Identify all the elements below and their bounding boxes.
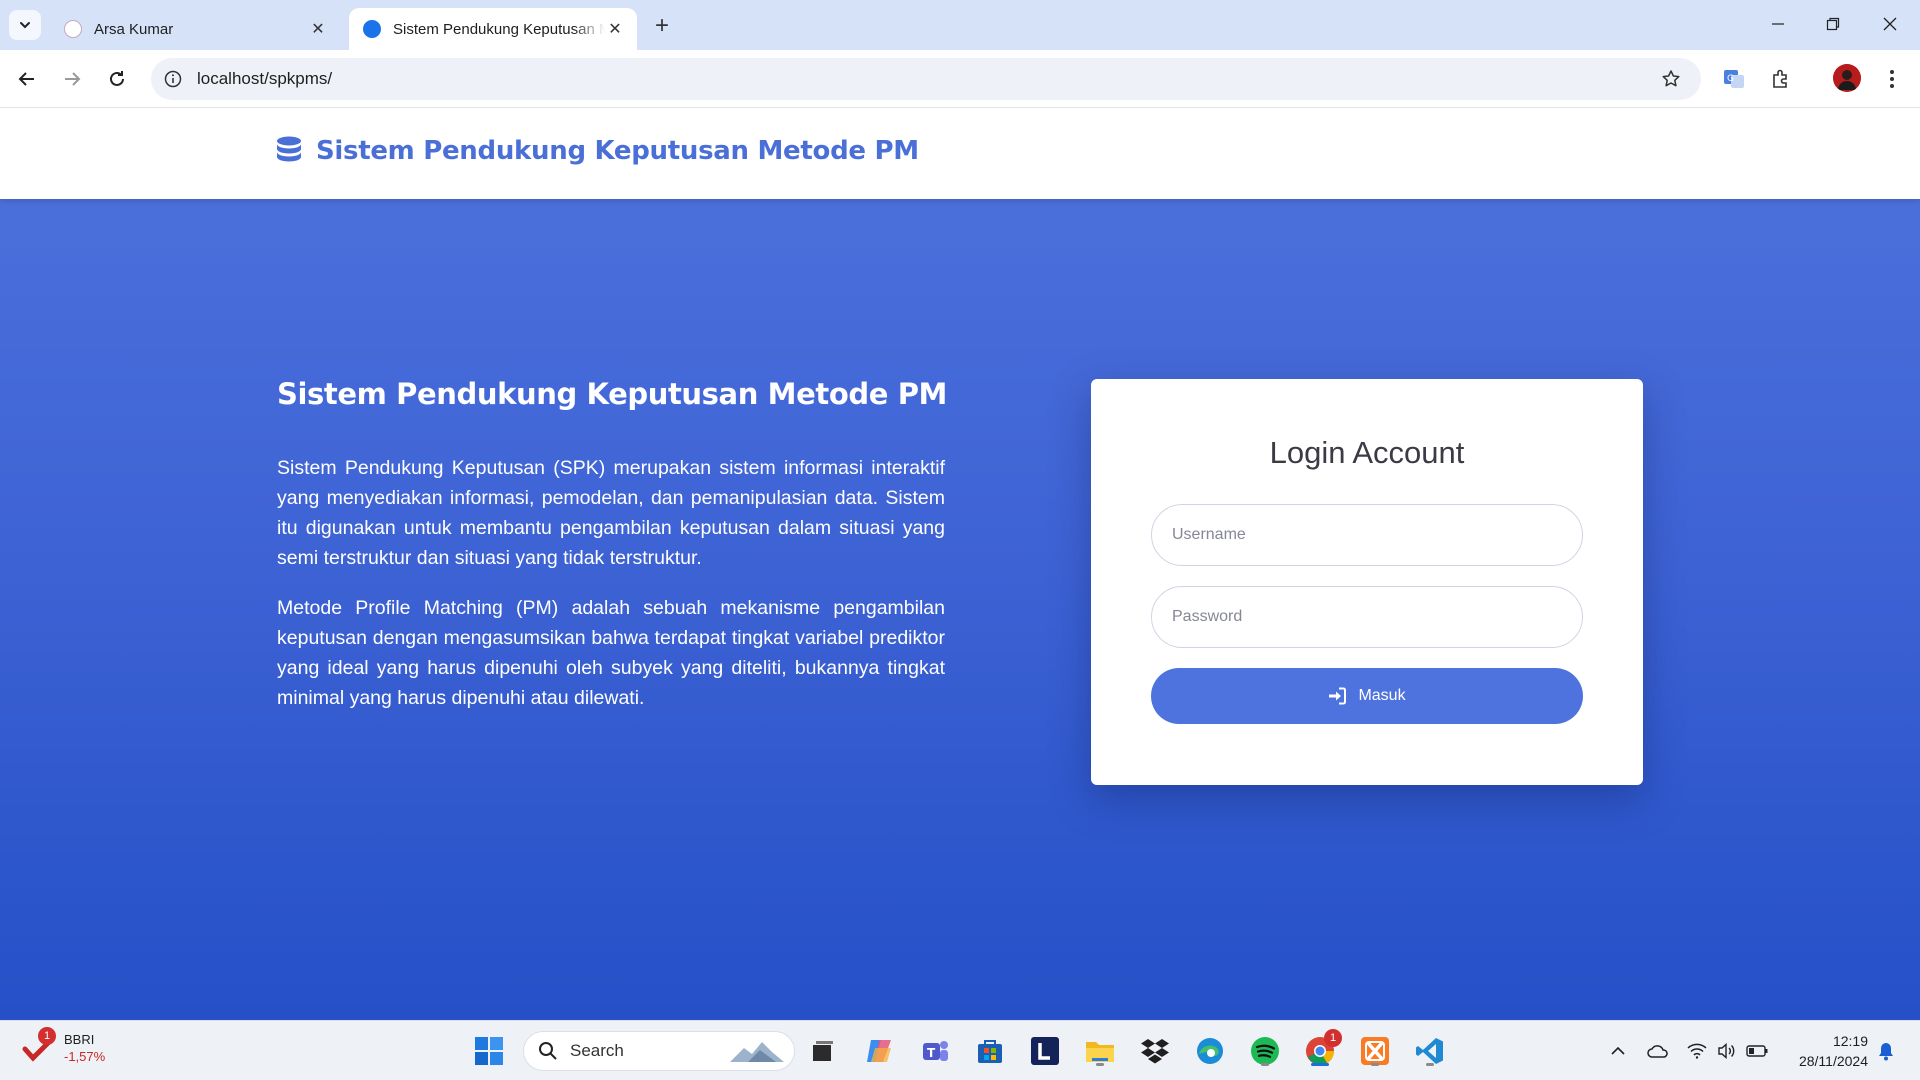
browser-tab-strip: Arsa Kumar ✕ Sistem Pendukung Keputusan … bbox=[0, 0, 1920, 50]
microsoft-store-icon[interactable] bbox=[972, 1033, 1008, 1069]
password-input[interactable] bbox=[1172, 608, 1582, 626]
spotify-icon[interactable] bbox=[1247, 1033, 1283, 1069]
wifi-icon[interactable] bbox=[1684, 1039, 1710, 1063]
clock-time: 12:19 bbox=[1832, 1033, 1868, 1049]
brand-title: Sistem Pendukung Keputusan Metode PM bbox=[316, 136, 919, 166]
hero-section: Sistem Pendukung Keputusan Metode PM Sis… bbox=[0, 199, 1920, 1020]
tab-spk[interactable]: Sistem Pendukung Keputusan Metode PM ✕ bbox=[349, 8, 637, 50]
username-input[interactable] bbox=[1172, 526, 1582, 544]
search-icon bbox=[539, 1042, 557, 1060]
edge-icon[interactable] bbox=[1192, 1033, 1228, 1069]
chrome-notification-badge: 1 bbox=[1324, 1029, 1342, 1047]
tab-title: Sistem Pendukung Keputusan Metode PM bbox=[393, 20, 605, 38]
password-field[interactable] bbox=[1151, 586, 1583, 648]
tab-search-button[interactable] bbox=[9, 10, 41, 40]
close-icon bbox=[1883, 17, 1897, 31]
notification-bell-icon[interactable] bbox=[1873, 1039, 1899, 1063]
arrow-left-icon bbox=[18, 72, 34, 86]
start-button[interactable] bbox=[471, 1033, 507, 1069]
login-title: Login Account bbox=[1269, 435, 1465, 470]
volume-icon[interactable] bbox=[1714, 1039, 1740, 1063]
svg-text:G: G bbox=[1727, 74, 1734, 84]
stock-chart-icon: 1 bbox=[22, 1027, 56, 1065]
restore-button[interactable] bbox=[1813, 8, 1853, 40]
minimize-icon bbox=[1772, 23, 1784, 25]
svg-text:T: T bbox=[927, 1046, 936, 1060]
battery-icon[interactable] bbox=[1744, 1039, 1770, 1063]
search-highlight-icon bbox=[730, 1042, 784, 1062]
new-tab-button[interactable]: + bbox=[648, 12, 676, 40]
clock-date: 28/11/2024 bbox=[1798, 1053, 1868, 1069]
notification-badge: 1 bbox=[38, 1027, 56, 1045]
profile-avatar[interactable] bbox=[1833, 64, 1861, 92]
site-favicon-icon bbox=[64, 20, 82, 38]
site-info-icon[interactable] bbox=[163, 69, 183, 89]
file-explorer-icon[interactable] bbox=[1082, 1033, 1118, 1069]
tab-arsa-kumar[interactable]: Arsa Kumar ✕ bbox=[50, 8, 340, 50]
taskbar-search[interactable]: Search bbox=[523, 1031, 795, 1071]
browser-toolbar: localhost/spkpms/ G bbox=[0, 50, 1920, 108]
login-card: Login Account Masuk bbox=[1091, 379, 1643, 785]
l-app-icon[interactable] bbox=[1027, 1033, 1063, 1069]
tab-title: Arsa Kumar bbox=[94, 20, 174, 38]
copilot-icon[interactable] bbox=[862, 1033, 898, 1069]
database-icon bbox=[277, 136, 301, 162]
translate-extension-icon[interactable]: G bbox=[1719, 64, 1749, 94]
hero-paragraph-pm: Metode Profile Matching (PM) adalah sebu… bbox=[277, 597, 945, 709]
sign-in-icon bbox=[1329, 687, 1347, 705]
username-field[interactable] bbox=[1151, 504, 1583, 566]
reload-button[interactable] bbox=[101, 63, 133, 95]
site-favicon-icon bbox=[363, 20, 381, 38]
close-icon[interactable]: ✕ bbox=[605, 19, 625, 39]
bookmark-star-icon[interactable] bbox=[1653, 61, 1689, 97]
address-bar[interactable]: localhost/spkpms/ bbox=[151, 58, 1701, 100]
close-icon[interactable]: ✕ bbox=[308, 19, 328, 39]
web-page: Sistem Pendukung Keputusan Metode PM Sis… bbox=[0, 108, 1920, 1020]
taskbar-clock[interactable]: 12:19 28/11/2024 bbox=[1780, 1031, 1868, 1071]
forward-button[interactable] bbox=[56, 63, 88, 95]
task-view-icon[interactable] bbox=[805, 1033, 841, 1069]
hero-title: Sistem Pendukung Keputusan Metode PM bbox=[277, 377, 948, 411]
search-label: Search bbox=[570, 1041, 624, 1060]
extensions-puzzle-icon[interactable] bbox=[1766, 64, 1796, 94]
windows-logo-icon bbox=[475, 1037, 503, 1065]
dropbox-icon[interactable] bbox=[1137, 1033, 1173, 1069]
login-submit-button[interactable]: Masuk bbox=[1151, 668, 1583, 724]
url-text: localhost/spkpms/ bbox=[197, 69, 333, 88]
chrome-icon[interactable]: 1 bbox=[1302, 1029, 1342, 1069]
login-submit-label: Masuk bbox=[1358, 687, 1406, 704]
stock-ticker: BBRI bbox=[64, 1032, 95, 1047]
stock-change: -1,57% bbox=[64, 1049, 106, 1064]
chevron-down-icon bbox=[20, 22, 30, 29]
reload-icon bbox=[110, 71, 124, 86]
windows-taskbar: 1 BBRI -1,57% Search T 1 12:19 28/11/202… bbox=[0, 1020, 1920, 1080]
xampp-icon[interactable] bbox=[1357, 1033, 1393, 1069]
more-menu-icon[interactable] bbox=[1877, 64, 1907, 94]
stock-widget[interactable]: 1 BBRI -1,57% bbox=[22, 1027, 106, 1065]
teams-icon[interactable]: T bbox=[917, 1033, 953, 1069]
minimize-button[interactable] bbox=[1758, 8, 1798, 40]
close-window-button[interactable] bbox=[1870, 8, 1910, 40]
show-hidden-icons-chevron-icon[interactable] bbox=[1606, 1039, 1630, 1063]
back-button[interactable] bbox=[11, 63, 43, 95]
vscode-icon[interactable] bbox=[1412, 1033, 1448, 1069]
hero-paragraph-spk: Sistem Pendukung Keputusan (SPK) merupak… bbox=[277, 457, 945, 569]
site-navbar: Sistem Pendukung Keputusan Metode PM bbox=[0, 108, 1920, 199]
brand-link[interactable]: Sistem Pendukung Keputusan Metode PM bbox=[276, 136, 919, 166]
arrow-right-icon bbox=[65, 72, 81, 86]
onedrive-cloud-icon[interactable] bbox=[1645, 1039, 1671, 1063]
restore-icon bbox=[1826, 17, 1840, 31]
